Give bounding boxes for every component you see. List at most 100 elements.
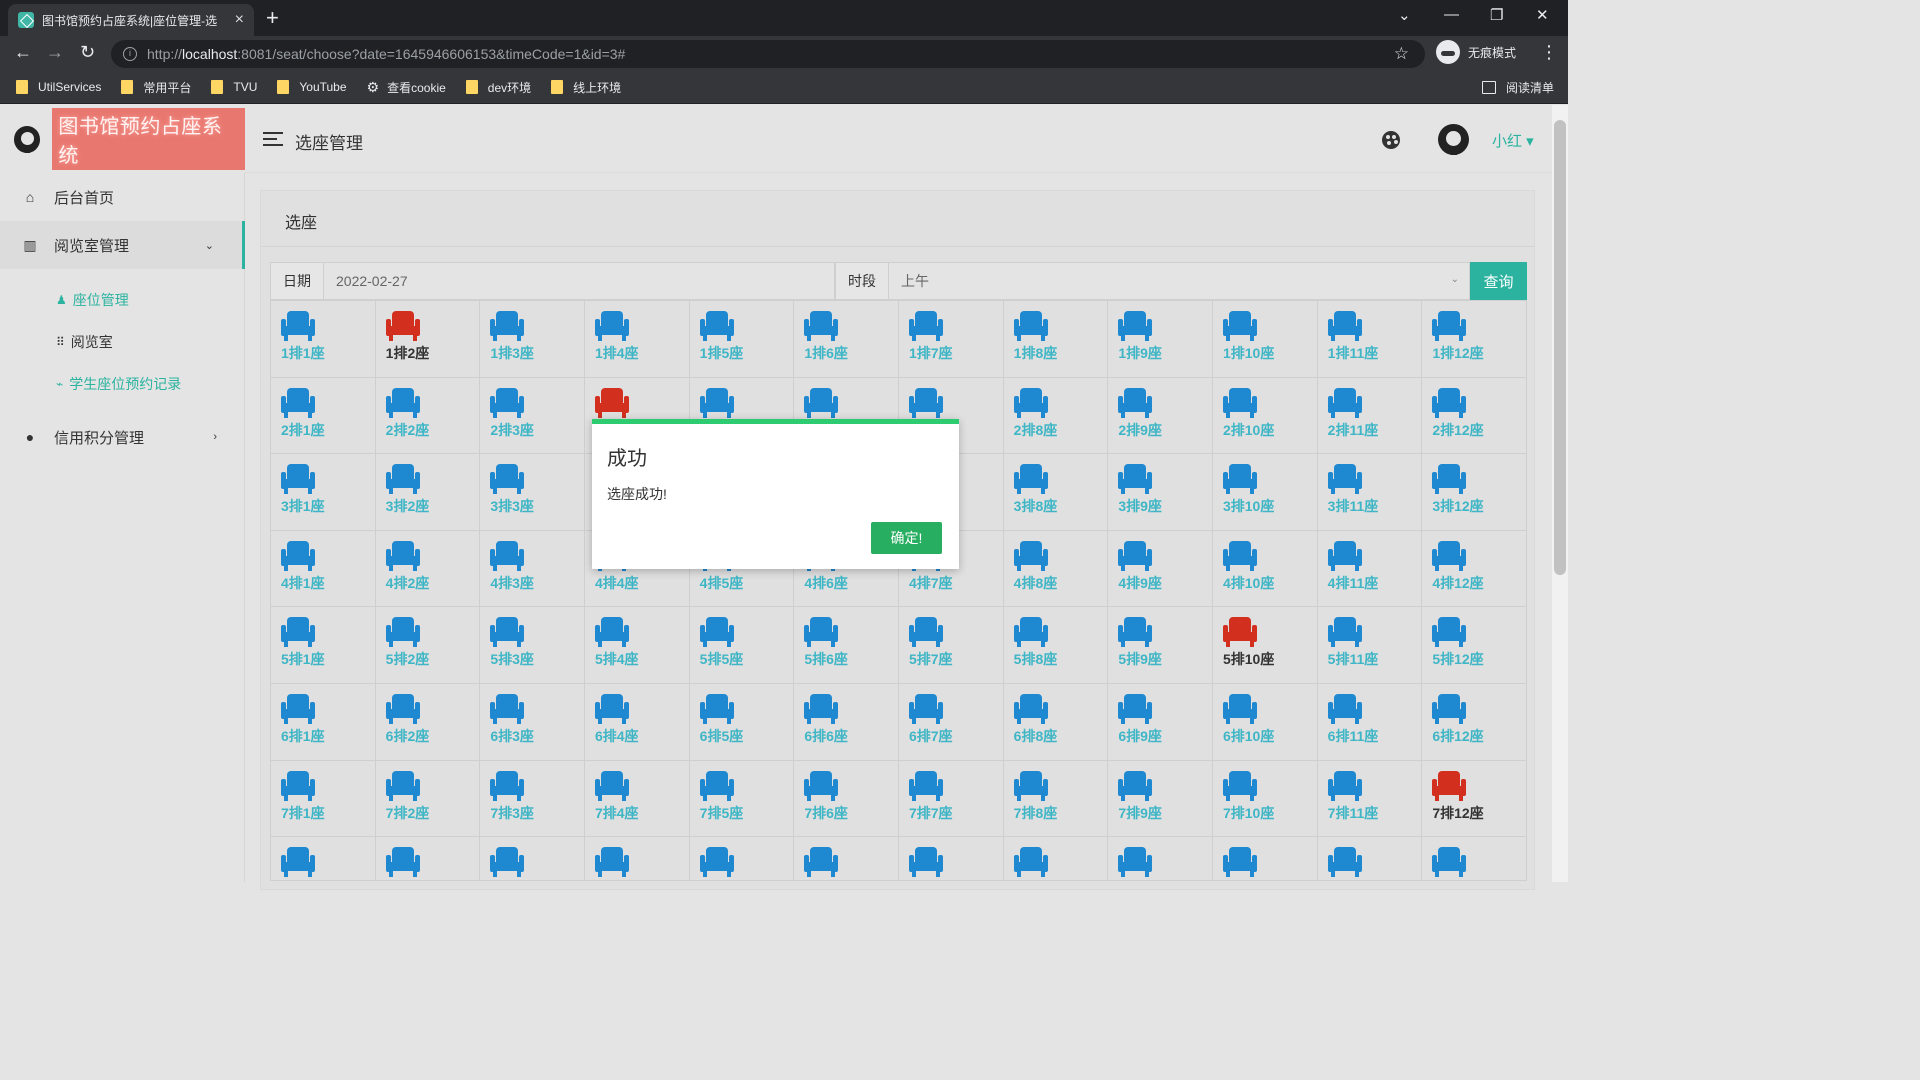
seat-cell[interactable]: 1排4座 bbox=[584, 301, 690, 378]
seat-cell[interactable]: 4排11座 bbox=[1317, 530, 1423, 608]
reading-list[interactable]: 阅读清单 bbox=[1481, 79, 1554, 96]
menu-toggle-icon[interactable] bbox=[263, 132, 283, 146]
seat-cell[interactable]: 2排2座 bbox=[375, 377, 481, 455]
seat-cell[interactable]: 3排11座 bbox=[1317, 454, 1423, 531]
scrollbar-thumb[interactable] bbox=[1554, 120, 1566, 575]
seat-cell[interactable] bbox=[584, 837, 690, 882]
seat-cell[interactable]: 5排3座 bbox=[480, 607, 585, 684]
seat-cell[interactable]: 1排6座 bbox=[794, 301, 899, 378]
seat-cell[interactable] bbox=[1317, 837, 1423, 882]
seat-cell[interactable]: 6排8座 bbox=[1003, 683, 1109, 761]
sidebar-item-booking-records[interactable]: ⌁ 学生座位预约记录 bbox=[56, 374, 181, 394]
seat-cell[interactable]: 4排10座 bbox=[1212, 530, 1318, 608]
sidebar-item-seat-mgmt[interactable]: ♟ 座位管理 bbox=[56, 290, 129, 310]
seat-cell[interactable]: 3排3座 bbox=[480, 454, 585, 531]
forward-arrow-icon[interactable]: → bbox=[46, 42, 64, 63]
sidebar-item-home[interactable]: ⌂ 后台首页 bbox=[0, 173, 245, 221]
dialog-ok-button[interactable]: 确定! bbox=[871, 522, 942, 554]
seat-cell[interactable]: 4排9座 bbox=[1108, 530, 1213, 608]
seat-cell[interactable]: 5排6座 bbox=[794, 607, 899, 684]
seat-cell[interactable]: 2排10座 bbox=[1212, 377, 1318, 455]
query-button[interactable]: 查询 bbox=[1470, 262, 1527, 300]
github-avatar-icon[interactable] bbox=[1438, 124, 1469, 155]
sidebar-item-credit-mgmt[interactable]: ● 信用积分管理 › bbox=[0, 413, 245, 461]
bookmark-view-cookie[interactable]: ⚙ 查看cookie bbox=[367, 79, 446, 96]
seat-cell[interactable] bbox=[1212, 837, 1318, 882]
restore-icon[interactable]: ❐ bbox=[1490, 6, 1503, 24]
bookmark-star-icon[interactable]: ☆ bbox=[1394, 44, 1409, 64]
seat-cell[interactable]: 2排3座 bbox=[480, 377, 585, 455]
seat-cell[interactable]: 2排8座 bbox=[1003, 377, 1109, 455]
seat-cell[interactable]: 4排8座 bbox=[1003, 530, 1109, 608]
seat-cell[interactable] bbox=[689, 837, 795, 882]
seat-cell[interactable]: 1排11座 bbox=[1317, 301, 1423, 378]
seat-cell[interactable]: 2排11座 bbox=[1317, 377, 1423, 455]
seat-cell[interactable]: 3排8座 bbox=[1003, 454, 1109, 531]
date-input[interactable]: 2022-02-27 bbox=[324, 262, 835, 300]
seat-cell[interactable]: 1排12座 bbox=[1422, 301, 1527, 378]
seat-cell[interactable]: 7排6座 bbox=[794, 760, 899, 838]
seat-cell[interactable]: 3排12座 bbox=[1422, 454, 1527, 531]
browser-tab[interactable]: 图书馆预约占座系统|座位管理-选 × bbox=[8, 4, 254, 36]
seat-cell[interactable] bbox=[271, 837, 376, 882]
seat-cell[interactable]: 5排12座 bbox=[1422, 607, 1527, 684]
seat-cell[interactable]: 2排1座 bbox=[271, 377, 376, 455]
seat-cell[interactable] bbox=[1003, 837, 1109, 882]
seat-cell[interactable]: 1排9座 bbox=[1108, 301, 1213, 378]
seat-cell[interactable]: 5排4座 bbox=[584, 607, 690, 684]
browser-menu-icon[interactable]: ⋮ bbox=[1540, 42, 1558, 63]
seat-cell[interactable]: 3排9座 bbox=[1108, 454, 1213, 531]
seat-cell[interactable] bbox=[480, 837, 585, 882]
seat-cell[interactable]: 7排1座 bbox=[271, 760, 376, 838]
seat-cell[interactable]: 5排11座 bbox=[1317, 607, 1423, 684]
seat-cell[interactable] bbox=[1108, 837, 1213, 882]
bookmark-prod-env[interactable]: 线上环境 bbox=[551, 79, 621, 96]
seat-cell[interactable] bbox=[794, 837, 899, 882]
seat-cell[interactable]: 6排6座 bbox=[794, 683, 899, 761]
bookmark-common-platforms[interactable]: 常用平台 bbox=[121, 79, 191, 96]
seat-cell[interactable]: 7排11座 bbox=[1317, 760, 1423, 838]
seat-cell[interactable]: 5排9座 bbox=[1108, 607, 1213, 684]
seat-cell[interactable]: 2排12座 bbox=[1422, 377, 1527, 455]
seat-cell[interactable]: 4排3座 bbox=[480, 530, 585, 608]
seat-cell[interactable]: 6排7座 bbox=[898, 683, 1004, 761]
seat-cell[interactable]: 7排7座 bbox=[898, 760, 1004, 838]
seat-cell[interactable] bbox=[898, 837, 1004, 882]
seat-cell[interactable]: 6排4座 bbox=[584, 683, 690, 761]
seat-cell[interactable]: 3排2座 bbox=[375, 454, 481, 531]
seat-cell[interactable]: 7排10座 bbox=[1212, 760, 1318, 838]
seat-cell[interactable]: 6排5座 bbox=[689, 683, 795, 761]
seat-cell[interactable]: 6排2座 bbox=[375, 683, 481, 761]
close-window-icon[interactable]: ✕ bbox=[1536, 6, 1549, 24]
seat-cell[interactable]: 5排1座 bbox=[271, 607, 376, 684]
bookmark-youtube[interactable]: YouTube bbox=[277, 80, 347, 94]
tab-search-icon[interactable]: ⌄ bbox=[1398, 6, 1411, 24]
seat-cell[interactable]: 4排1座 bbox=[271, 530, 376, 608]
seat-cell[interactable]: 1排2座 bbox=[375, 301, 481, 378]
bookmark-utilservices[interactable]: UtilServices bbox=[16, 80, 101, 94]
seat-cell[interactable]: 6排10座 bbox=[1212, 683, 1318, 761]
bookmark-dev-env[interactable]: dev环境 bbox=[465, 79, 531, 96]
seat-cell[interactable]: 7排3座 bbox=[480, 760, 585, 838]
seat-cell[interactable]: 1排7座 bbox=[898, 301, 1004, 378]
seat-cell[interactable]: 6排11座 bbox=[1317, 683, 1423, 761]
seat-cell[interactable]: 7排8座 bbox=[1003, 760, 1109, 838]
seat-cell[interactable]: 5排2座 bbox=[375, 607, 481, 684]
theme-palette-icon[interactable] bbox=[1382, 131, 1400, 149]
seat-cell[interactable]: 5排10座 bbox=[1212, 607, 1318, 684]
user-menu[interactable]: 小红 ▾ bbox=[1492, 130, 1534, 151]
site-info-icon[interactable]: i bbox=[123, 47, 137, 61]
back-arrow-icon[interactable]: ← bbox=[14, 42, 32, 63]
seat-cell[interactable]: 6排9座 bbox=[1108, 683, 1213, 761]
sidebar-item-reading-room[interactable]: ⠿ 阅览室 bbox=[56, 332, 113, 352]
seat-cell[interactable]: 3排1座 bbox=[271, 454, 376, 531]
seat-cell[interactable]: 1排10座 bbox=[1212, 301, 1318, 378]
seat-cell[interactable]: 1排5座 bbox=[689, 301, 795, 378]
minimize-icon[interactable]: — bbox=[1444, 6, 1459, 23]
sidebar-item-reading-room-mgmt[interactable]: ▥ 阅览室管理 ⌄ bbox=[0, 221, 245, 269]
seat-cell[interactable]: 3排10座 bbox=[1212, 454, 1318, 531]
seat-cell[interactable]: 7排5座 bbox=[689, 760, 795, 838]
seat-cell[interactable]: 4排12座 bbox=[1422, 530, 1527, 608]
seat-cell[interactable]: 7排2座 bbox=[375, 760, 481, 838]
seat-cell[interactable]: 6排3座 bbox=[480, 683, 585, 761]
